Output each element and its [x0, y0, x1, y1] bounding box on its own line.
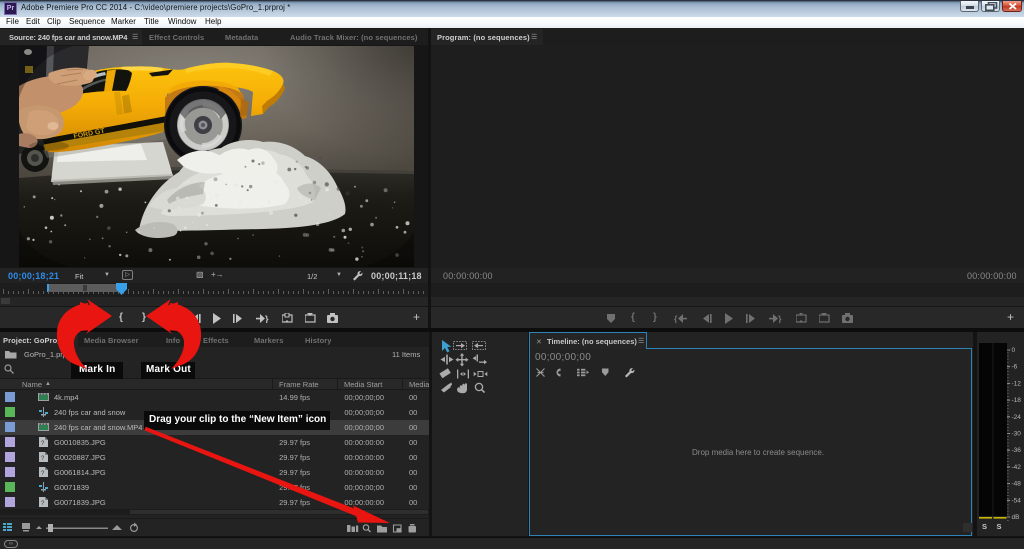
svg-text:-6: -6: [1012, 364, 1018, 371]
svg-text:-54: -54: [1012, 497, 1022, 504]
svg-text:-30: -30: [1012, 431, 1022, 438]
svg-text:}: }: [778, 314, 782, 323]
svg-text:-12: -12: [1012, 380, 1022, 387]
svg-text:-42: -42: [1012, 464, 1022, 471]
svg-text:{: {: [674, 314, 678, 323]
svg-text:-36: -36: [1012, 447, 1022, 454]
svg-text:S: S: [982, 522, 987, 531]
svg-text:}: }: [265, 314, 269, 323]
svg-text:S: S: [997, 522, 1002, 531]
svg-text:-24: -24: [1012, 414, 1022, 421]
svg-text:-18: -18: [1012, 397, 1022, 404]
svg-text:0: 0: [1012, 347, 1016, 354]
svg-text:-48: -48: [1012, 481, 1022, 488]
svg-text:dB: dB: [1012, 514, 1020, 521]
